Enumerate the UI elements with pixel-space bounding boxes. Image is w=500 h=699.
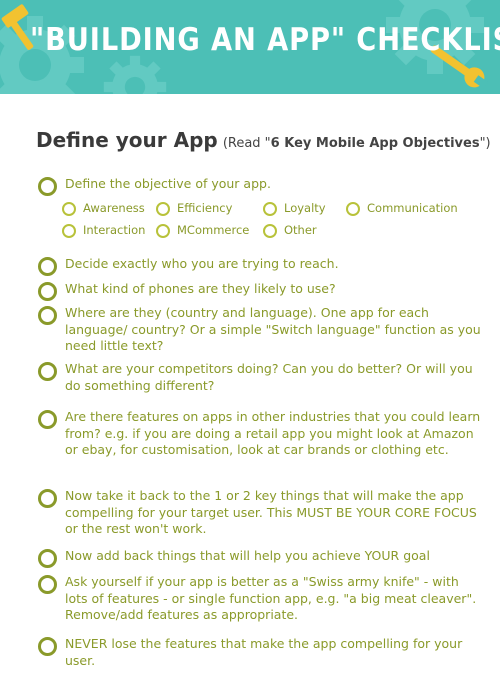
checkbox-circle[interactable] (38, 306, 57, 325)
checkbox-circle[interactable] (38, 637, 57, 656)
checkbox-circle[interactable] (38, 257, 57, 276)
checkbox-circle[interactable] (38, 410, 57, 429)
checklist-item-text: Ask yourself if your app is better as a … (65, 574, 477, 622)
checkbox-circle[interactable] (38, 177, 57, 196)
option-checkbox[interactable] (156, 202, 170, 216)
header-banner: "BUILDING AN APP" CHECKLIST (0, 0, 500, 94)
option-checkbox[interactable] (156, 224, 170, 238)
option-label: MCommerce (177, 223, 250, 237)
gear-icon (103, 55, 167, 94)
checklist-item-text: Now add back things that will help you a… (65, 548, 430, 563)
checkbox-circle[interactable] (38, 362, 57, 381)
option-label: Efficiency (177, 201, 233, 215)
option-label: Communication (367, 201, 458, 215)
section-heading: Define your App (Read "6 Key Mobile App … (36, 128, 491, 152)
checklist-item-text: NEVER lose the features that make the ap… (65, 636, 463, 668)
checklist-item-text: Now take it back to the 1 or 2 key thing… (65, 488, 477, 536)
page-title: "BUILDING AN APP" CHECKLIST (30, 22, 500, 58)
option-checkbox[interactable] (263, 224, 277, 238)
option-checkbox[interactable] (62, 202, 76, 216)
checkbox-circle[interactable] (38, 575, 57, 594)
option-checkbox[interactable] (346, 202, 360, 216)
checklist-item-text: Define the objective of your app. (65, 176, 271, 191)
option-checkbox[interactable] (263, 202, 277, 216)
checkbox-circle[interactable] (38, 282, 57, 301)
checklist-item-text: Are there features on apps in other indu… (65, 409, 481, 457)
option-label: Awareness (83, 201, 145, 215)
option-checkbox[interactable] (62, 224, 76, 238)
option-label: Loyalty (284, 201, 326, 215)
checklist-item-text: What kind of phones are they likely to u… (65, 281, 336, 296)
checkbox-circle[interactable] (38, 489, 57, 508)
checklist-item-text: What are your competitors doing? Can you… (65, 361, 473, 393)
option-label: Other (284, 223, 317, 237)
checkbox-circle[interactable] (38, 549, 57, 568)
section-title: Define your App (36, 128, 218, 152)
section-note: (Read "6 Key Mobile App Objectives") (222, 136, 491, 151)
checklist-item-text: Decide exactly who you are trying to rea… (65, 256, 339, 271)
checklist-item-text: Where are they (country and language). O… (65, 305, 481, 353)
section-note-link: 6 Key Mobile App Objectives (270, 136, 480, 151)
option-label: Interaction (83, 223, 146, 237)
